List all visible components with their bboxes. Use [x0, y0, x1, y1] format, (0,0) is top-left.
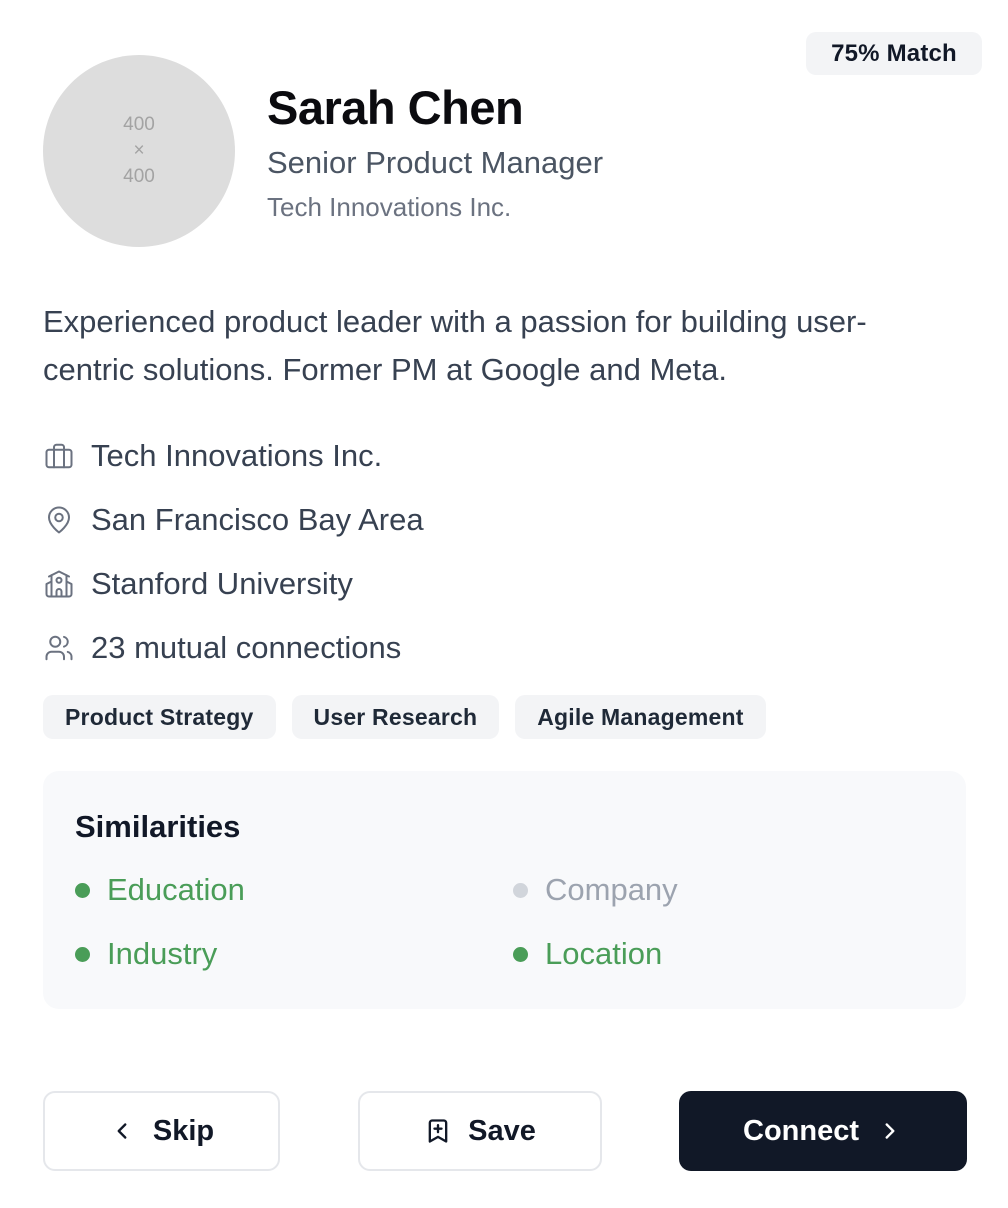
- similarity-label: Education: [107, 872, 245, 907]
- connect-button[interactable]: Connect: [679, 1091, 967, 1171]
- avatar-placeholder-height: 400: [123, 166, 155, 187]
- info-row-company: Tech Innovations Inc.: [43, 424, 424, 488]
- save-label: Save: [468, 1114, 536, 1147]
- users-icon: [43, 632, 75, 664]
- skill-tag: Product Strategy: [43, 695, 276, 739]
- match-badge: 75% Match: [806, 32, 982, 75]
- avatar: 400 × 400: [43, 55, 235, 247]
- similarity-location: Location: [513, 936, 662, 972]
- bookmark-plus-icon: [424, 1117, 452, 1145]
- similarity-industry: Industry: [75, 936, 217, 972]
- info-row-school: Stanford University: [43, 552, 424, 616]
- match-dot-icon: [75, 882, 90, 898]
- match-dot-icon: [513, 946, 528, 962]
- similarities-panel: Similarities Education Company Industry …: [43, 771, 966, 1009]
- skip-label: Skip: [152, 1114, 215, 1147]
- chevron-left-icon: [109, 1118, 135, 1144]
- info-company-label: Tech Innovations Inc.: [91, 438, 383, 473]
- info-school-label: Stanford University: [91, 566, 353, 601]
- similarity-education: Education: [75, 872, 245, 908]
- info-connections-label: 23 mutual connections: [91, 630, 402, 665]
- profile-card: 75% Match 400 × 400 Sarah Chen Senior Pr…: [0, 0, 1008, 1208]
- connect-label: Connect: [743, 1114, 859, 1147]
- avatar-placeholder-times: ×: [133, 140, 145, 161]
- skill-tag: Agile Management: [515, 695, 766, 739]
- briefcase-icon: [43, 440, 75, 472]
- profile-company: Tech Innovations Inc.: [267, 192, 512, 222]
- save-button[interactable]: Save: [358, 1091, 602, 1171]
- profile-title: Senior Product Manager: [267, 145, 604, 180]
- school-icon: [43, 568, 75, 600]
- match-dot-icon: [75, 946, 90, 962]
- info-location-label: San Francisco Bay Area: [91, 502, 424, 537]
- skip-button[interactable]: Skip: [43, 1091, 280, 1171]
- skill-tag: User Research: [291, 695, 500, 739]
- skill-tags: Product Strategy User Research Agile Man…: [43, 695, 766, 739]
- similarities-heading: Similarities: [75, 809, 241, 844]
- profile-bio: Experienced product leader with a passio…: [43, 304, 867, 387]
- similarity-label: Company: [545, 872, 678, 907]
- chevron-right-icon: [877, 1118, 903, 1144]
- map-pin-icon: [43, 504, 75, 536]
- no-match-dot-icon: [513, 882, 528, 898]
- avatar-placeholder-width: 400: [123, 114, 155, 135]
- similarity-label: Location: [545, 936, 663, 971]
- profile-name: Sarah Chen: [267, 81, 524, 134]
- info-row-connections: 23 mutual connections: [43, 616, 424, 680]
- info-row-location: San Francisco Bay Area: [43, 488, 424, 552]
- similarity-label: Industry: [107, 936, 218, 971]
- info-list: Tech Innovations Inc. San Francisco Bay …: [43, 424, 424, 680]
- similarity-company: Company: [513, 872, 678, 908]
